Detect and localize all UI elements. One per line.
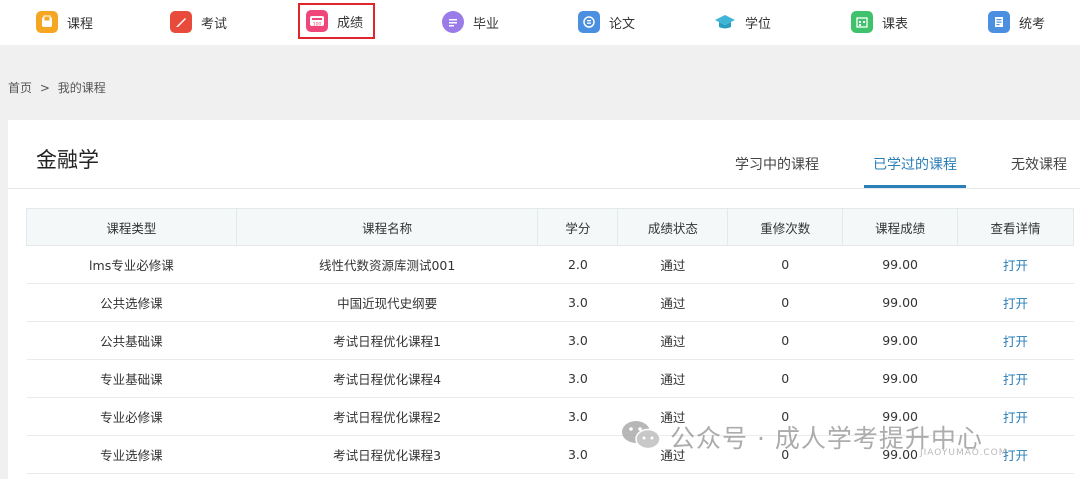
- nav-label: 课表: [882, 16, 909, 32]
- cell-credit: 2.0: [537, 245, 618, 284]
- nav-item-exam[interactable]: 考试: [170, 7, 227, 37]
- tab-completed[interactable]: 已学过的课程: [873, 154, 957, 174]
- nav-label: 学位: [745, 16, 772, 32]
- cell-type: 专业选修课: [26, 435, 237, 474]
- nav-label: 成绩: [337, 15, 364, 31]
- unified-exam-icon: [988, 11, 1010, 33]
- cell-credit: 3.0: [537, 435, 618, 474]
- cell-type: 专业必修课: [26, 397, 237, 436]
- nav-label: 考试: [201, 16, 228, 32]
- watermark-sub: JIAOYUMAO.COM: [920, 448, 1008, 458]
- cell-credit: 3.0: [537, 359, 618, 398]
- open-detail-link[interactable]: 打开: [957, 283, 1074, 322]
- nav-item-course[interactable]: 课程: [36, 7, 93, 37]
- cell-status: 通过: [617, 283, 728, 322]
- course-icon: [36, 11, 58, 33]
- nav-item-timetable[interactable]: 课表: [851, 7, 908, 37]
- cell-retakes: 0: [727, 359, 843, 398]
- divider: [8, 188, 1080, 189]
- cell-credit: 3.0: [537, 321, 618, 360]
- table-row: 公共基础课 考试日程优化课程1 3.0 通过 0 99.00 打开: [26, 321, 1074, 360]
- cell-retakes: 0: [727, 245, 843, 284]
- tab-studying[interactable]: 学习中的课程: [735, 154, 819, 174]
- table-header-row: 课程类型 课程名称 学分 成绩状态 重修次数 课程成绩 查看详情: [26, 208, 1074, 246]
- cell-score: 99.00: [842, 245, 958, 284]
- col-header-retakes: 重修次数: [727, 208, 844, 246]
- nav-label: 毕业: [473, 16, 500, 32]
- svg-text:100: 100: [313, 22, 322, 28]
- col-header-status: 成绩状态: [617, 208, 729, 246]
- cell-score: 99.00: [842, 359, 958, 398]
- cell-credit: 3.0: [537, 283, 618, 322]
- table-row: lms专业必修课 线性代数资源库测试001 2.0 通过 0 99.00 打开: [26, 245, 1074, 284]
- table-row: 公共选修课 中国近现代史纲要 3.0 通过 0 99.00 打开: [26, 283, 1074, 322]
- cell-name: 线性代数资源库测试001: [236, 245, 538, 284]
- col-header-credit: 学分: [537, 208, 619, 246]
- cell-name: 考试日程优化课程3: [236, 435, 538, 474]
- nav-item-score[interactable]: 100 成绩: [298, 3, 376, 39]
- open-detail-link[interactable]: 打开: [957, 359, 1074, 398]
- cell-status: 通过: [617, 321, 728, 360]
- nav-label: 课程: [67, 16, 94, 32]
- cell-type: lms专业必修课: [26, 245, 237, 284]
- cell-name: 考试日程优化课程2: [236, 397, 538, 436]
- nav-item-unified-exam[interactable]: 统考: [988, 7, 1045, 37]
- cell-type: 专业基础课: [26, 359, 237, 398]
- col-header-type: 课程类型: [26, 208, 237, 246]
- col-header-detail: 查看详情: [957, 208, 1074, 246]
- col-header-score: 课程成绩: [842, 208, 959, 246]
- course-tabs: 学习中的课程 已学过的课程 无效课程: [8, 150, 1080, 190]
- open-detail-link[interactable]: 打开: [957, 321, 1074, 360]
- thesis-icon: [578, 11, 600, 33]
- open-detail-link[interactable]: 打开: [957, 245, 1074, 284]
- cell-name: 中国近现代史纲要: [236, 283, 538, 322]
- cell-name: 考试日程优化课程4: [236, 359, 538, 398]
- cell-status: 通过: [617, 245, 728, 284]
- nav-item-graduation[interactable]: 毕业: [442, 7, 499, 37]
- calendar-icon: [851, 11, 873, 33]
- cell-credit: 3.0: [537, 397, 618, 436]
- cell-type: 公共基础课: [26, 321, 237, 360]
- tab-invalid[interactable]: 无效课程: [1011, 154, 1067, 174]
- table-row: 专业基础课 考试日程优化课程4 3.0 通过 0 99.00 打开: [26, 359, 1074, 398]
- cell-score: 99.00: [842, 321, 958, 360]
- cell-type: 公共选修课: [26, 283, 237, 322]
- cell-status: 通过: [617, 359, 728, 398]
- cell-retakes: 0: [727, 321, 843, 360]
- nav-label: 统考: [1019, 16, 1046, 32]
- degree-cap-icon: [714, 11, 736, 33]
- exam-icon: [170, 11, 192, 33]
- cell-score: 99.00: [842, 283, 958, 322]
- watermark: 公众号 · 成人学考提升中心 JIAOYUMAO.COM: [620, 412, 1006, 462]
- breadcrumb-home[interactable]: 首页: [8, 81, 32, 95]
- col-header-name: 课程名称: [235, 208, 539, 246]
- nav-label: 论文: [609, 16, 636, 32]
- cell-name: 考试日程优化课程1: [236, 321, 538, 360]
- breadcrumb-separator: >: [39, 81, 50, 95]
- top-nav: 课程 考试 100 成绩 毕业 论文 学位 课表 统考: [0, 0, 1080, 45]
- breadcrumb: 首页 > 我的课程: [8, 79, 110, 96]
- wechat-icon: [620, 418, 662, 456]
- breadcrumb-current: 我的课程: [57, 81, 106, 95]
- graduation-icon: [442, 11, 464, 33]
- nav-item-degree[interactable]: 学位: [714, 7, 771, 37]
- score-icon: 100: [306, 10, 328, 32]
- nav-item-thesis[interactable]: 论文: [578, 7, 635, 37]
- cell-retakes: 0: [727, 283, 843, 322]
